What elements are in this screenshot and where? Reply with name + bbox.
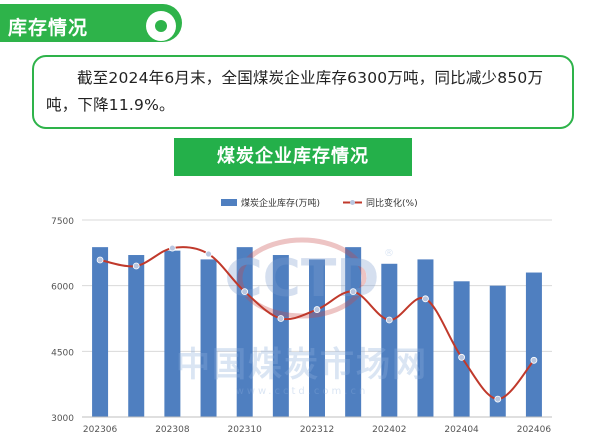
bar <box>128 255 145 417</box>
legend-label-bar: 煤炭企业库存(万吨) <box>241 197 320 209</box>
x-tick-label: 202310 <box>228 425 263 435</box>
bar <box>92 247 109 417</box>
yoy-point <box>422 295 429 303</box>
yoy-point <box>385 316 393 324</box>
x-tick-label: 202312 <box>300 425 334 435</box>
yoy-point <box>349 288 357 296</box>
yoy-point <box>277 315 285 322</box>
watermark-name: 中国煤炭市场网 <box>176 345 428 385</box>
bar <box>525 272 542 417</box>
section-title: 库存情况 <box>8 17 89 39</box>
bar <box>381 263 398 417</box>
yoy-point <box>530 356 538 364</box>
x-tick-label: 202402 <box>372 425 406 435</box>
x-tick-label: 202404 <box>444 425 479 435</box>
yoy-point <box>168 244 176 252</box>
legend-bar-swatch <box>221 199 237 206</box>
legend-label-line: 同比变化(%) <box>366 197 418 209</box>
circle-dot-icon <box>155 20 167 32</box>
yoy-point <box>132 262 140 270</box>
yoy-point <box>458 353 466 361</box>
yoy-point <box>241 288 249 296</box>
x-tick-label: 202308 <box>155 425 190 435</box>
section-header-bar: 库存情况 <box>0 4 182 42</box>
y-tick-label: 7500 <box>51 217 74 227</box>
y-tick-label: 3000 <box>51 414 74 424</box>
bar <box>164 250 181 417</box>
yoy-point <box>494 395 502 403</box>
y-tick-label: 6000 <box>51 283 74 293</box>
chart-title-bar: 煤炭企业库存情况 <box>174 138 412 176</box>
legend-marker <box>350 200 355 205</box>
bar <box>200 259 217 417</box>
legend: 煤炭企业库存(万吨) 同比变化(%) <box>221 197 418 209</box>
watermark-logo: CCTD <box>225 249 380 309</box>
y-tick-label: 4500 <box>51 348 74 358</box>
watermark-registered-mark: ® <box>384 248 394 259</box>
yoy-point <box>313 306 321 313</box>
x-tick-label: 202306 <box>83 425 118 435</box>
chart-title: 煤炭企业库存情况 <box>217 146 369 167</box>
x-tick-label: 202406 <box>517 425 552 435</box>
watermark-url: www.cctd.com.cn <box>236 386 369 397</box>
yoy-point <box>96 256 104 264</box>
inventory-chart: 3000 4500 6000 7500 煤炭企业库存(万吨) 同比变化(%) 202306 2… <box>51 197 552 435</box>
bar <box>417 259 434 417</box>
yoy-point <box>205 250 212 258</box>
summary-text: 截至2024年6月末，全国煤炭企业库存6300万吨，同比减少850万吨，下降11… <box>46 69 544 114</box>
summary-box: 截至2024年6月末，全国煤炭企业库存6300万吨，同比减少850万吨，下降11… <box>32 55 574 129</box>
